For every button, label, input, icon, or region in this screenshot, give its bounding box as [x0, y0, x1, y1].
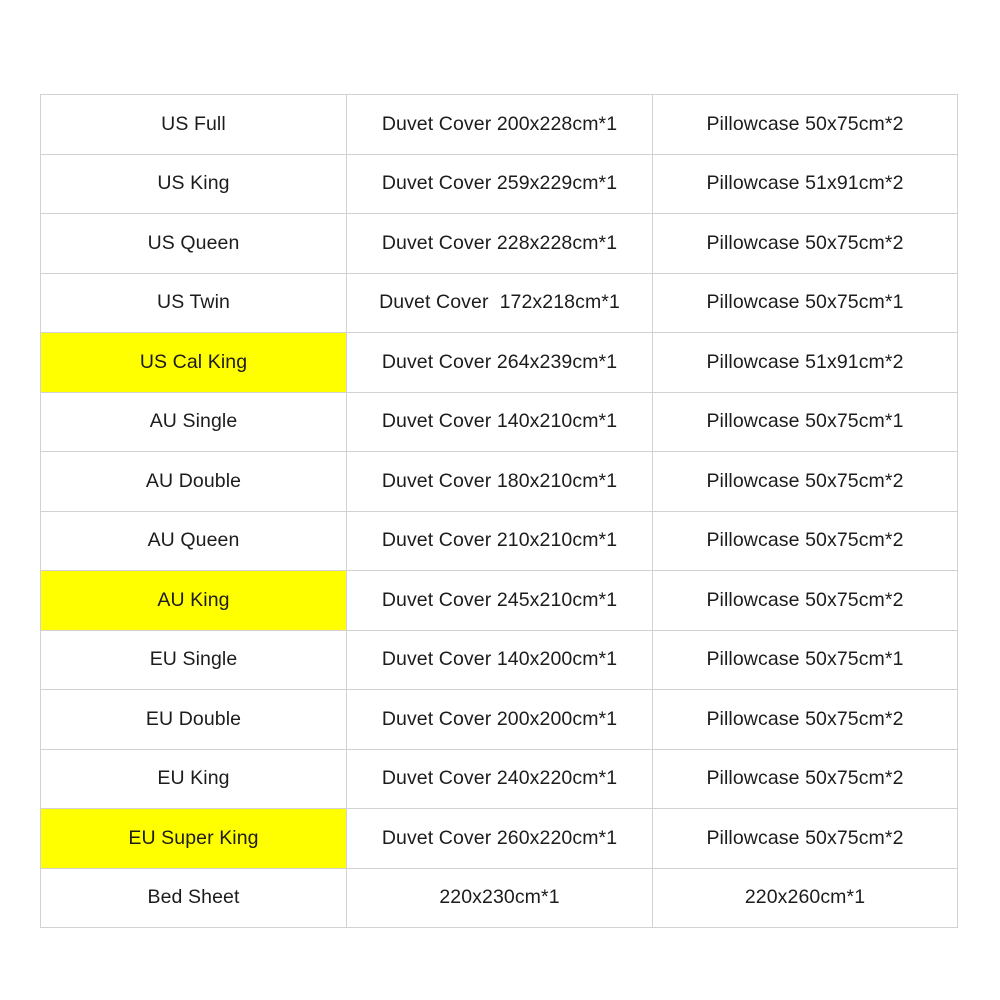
- table-row: EU Super King Duvet Cover 260x220cm*1 Pill…: [40, 808, 958, 869]
- table-body: US Full Duvet Cover 200x228cm*1 Pillowcase…: [40, 94, 958, 928]
- cell-duvet-cover: Duvet Cover 180x210cm*1: [346, 451, 653, 512]
- cell-bed-size: AU Single: [40, 391, 347, 452]
- bedding-size-table: US Full Duvet Cover 200x228cm*1 Pillowcase…: [40, 94, 958, 928]
- cell-pillowcase: Pillowcase 51x91cm*2: [652, 153, 958, 214]
- cell-bed-size: EU Super King: [40, 808, 347, 869]
- cell-duvet-cover: Duvet Cover 228x228cm*1: [346, 213, 653, 274]
- cell-duvet-cover: Duvet Cover 264x239cm*1: [346, 332, 653, 393]
- cell-duvet-cover: Duvet Cover 210x210cm*1: [346, 510, 653, 571]
- table-row: Bed Sheet 220x230cm*1 220x260cm*1: [40, 867, 958, 928]
- table-row: AU Double Duvet Cover 180x210cm*1 Pillowca…: [40, 451, 958, 512]
- cell-bed-size: EU Double: [40, 689, 347, 750]
- cell-pillowcase: Pillowcase 50x75cm*2: [652, 94, 958, 155]
- table-row: US Full Duvet Cover 200x228cm*1 Pillowcase…: [40, 94, 958, 155]
- table-row: AU King Duvet Cover 245x210cm*1 Pillowcase…: [40, 570, 958, 631]
- cell-bed-size: AU King: [40, 570, 347, 631]
- cell-bed-size: US Full: [40, 94, 347, 155]
- cell-duvet-cover: Duvet Cover 240x220cm*1: [346, 748, 653, 809]
- cell-duvet-cover: Duvet Cover 140x210cm*1: [346, 391, 653, 452]
- cell-duvet-cover: 220x230cm*1: [346, 867, 653, 928]
- cell-pillowcase: Pillowcase 50x75cm*1: [652, 272, 958, 333]
- table-row: US Queen Duvet Cover 228x228cm*1 Pillowcas…: [40, 213, 958, 274]
- cell-pillowcase: 220x260cm*1: [652, 867, 958, 928]
- cell-pillowcase: Pillowcase 50x75cm*2: [652, 808, 958, 869]
- table-row: EU Double Duvet Cover 200x200cm*1 Pillowca…: [40, 689, 958, 750]
- table-row: AU Queen Duvet Cover 210x210cm*1 Pillowcas…: [40, 510, 958, 571]
- table-row: AU Single Duvet Cover 140x210cm*1 Pillowca…: [40, 391, 958, 452]
- cell-bed-size: Bed Sheet: [40, 867, 347, 928]
- table-row: EU Single Duvet Cover 140x200cm*1 Pillowca…: [40, 629, 958, 690]
- page-root: US Full Duvet Cover 200x228cm*1 Pillowcase…: [0, 0, 1000, 1000]
- cell-duvet-cover: Duvet Cover 245x210cm*1: [346, 570, 653, 631]
- cell-bed-size: EU King: [40, 748, 347, 809]
- cell-bed-size: US King: [40, 153, 347, 214]
- cell-duvet-cover: Duvet Cover 259x229cm*1: [346, 153, 653, 214]
- cell-bed-size: US Twin: [40, 272, 347, 333]
- cell-bed-size: EU Single: [40, 629, 347, 690]
- cell-duvet-cover: Duvet Cover 200x200cm*1: [346, 689, 653, 750]
- cell-duvet-cover: Duvet Cover 260x220cm*1: [346, 808, 653, 869]
- cell-pillowcase: Pillowcase 51x91cm*2: [652, 332, 958, 393]
- cell-bed-size: AU Double: [40, 451, 347, 512]
- table-row: US King Duvet Cover 259x229cm*1 Pillowcase…: [40, 153, 958, 214]
- cell-pillowcase: Pillowcase 50x75cm*1: [652, 391, 958, 452]
- table-row: US Cal King Duvet Cover 264x239cm*1 Pillow…: [40, 332, 958, 393]
- cell-duvet-cover: Duvet Cover 200x228cm*1: [346, 94, 653, 155]
- cell-duvet-cover: Duvet Cover 140x200cm*1: [346, 629, 653, 690]
- cell-pillowcase: Pillowcase 50x75cm*2: [652, 570, 958, 631]
- cell-bed-size: US Cal King: [40, 332, 347, 393]
- cell-duvet-cover: Duvet Cover 172x218cm*1: [346, 272, 653, 333]
- cell-bed-size: AU Queen: [40, 510, 347, 571]
- cell-bed-size: US Queen: [40, 213, 347, 274]
- cell-pillowcase: Pillowcase 50x75cm*2: [652, 510, 958, 571]
- table-row: EU King Duvet Cover 240x220cm*1 Pillowcase…: [40, 748, 958, 809]
- cell-pillowcase: Pillowcase 50x75cm*2: [652, 451, 958, 512]
- cell-pillowcase: Pillowcase 50x75cm*1: [652, 629, 958, 690]
- cell-pillowcase: Pillowcase 50x75cm*2: [652, 748, 958, 809]
- cell-pillowcase: Pillowcase 50x75cm*2: [652, 689, 958, 750]
- table-row: US Twin Duvet Cover 172x218cm*1 Pillowcase…: [40, 272, 958, 333]
- cell-pillowcase: Pillowcase 50x75cm*2: [652, 213, 958, 274]
